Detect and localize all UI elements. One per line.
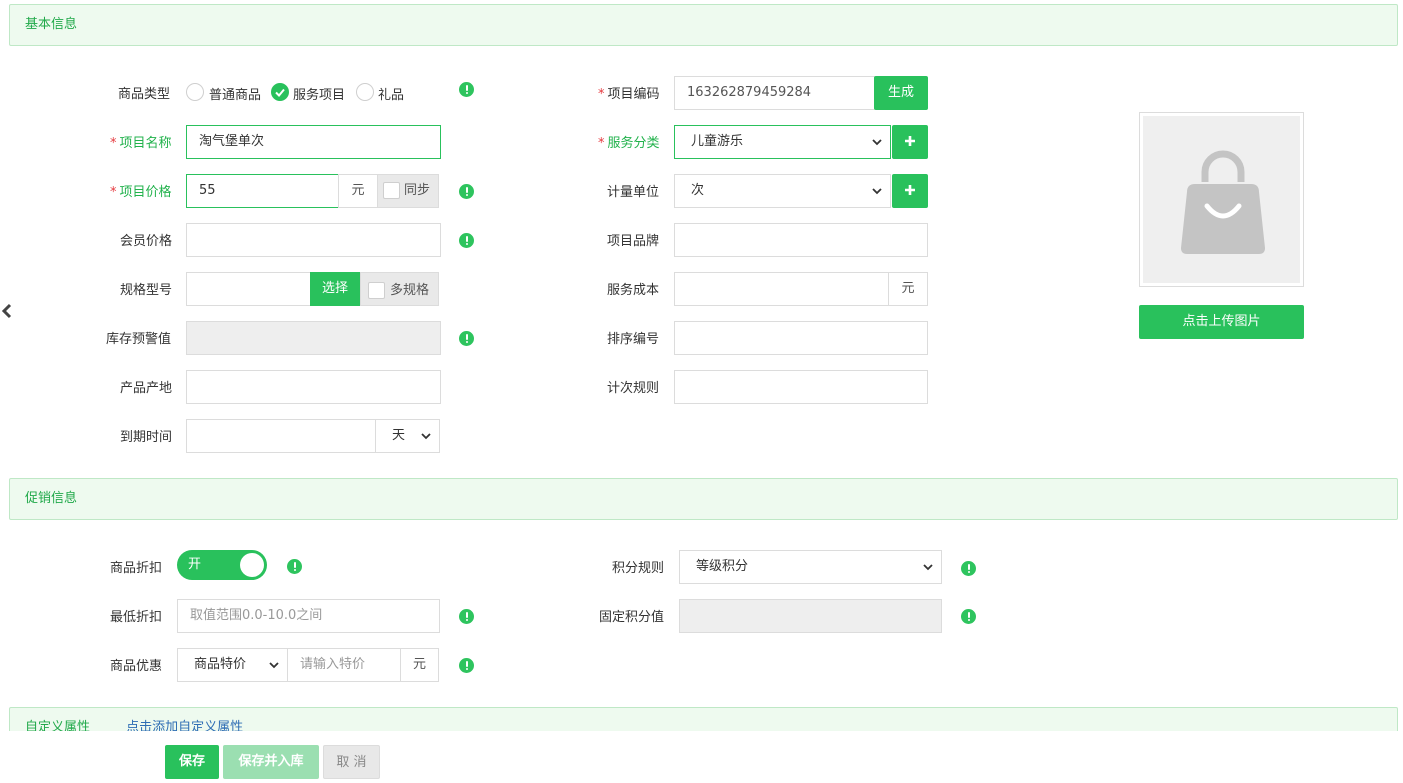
- service-category-label: * 服务分类: [598, 136, 660, 151]
- multi-spec-checkbox[interactable]: [368, 282, 385, 299]
- info-icon[interactable]: [459, 82, 474, 97]
- section-basic-title: 基本信息: [25, 17, 78, 32]
- info-icon[interactable]: [287, 559, 302, 574]
- chevron-down-icon: [421, 420, 431, 440]
- generate-code-button[interactable]: 生成: [874, 76, 928, 110]
- min-discount-input[interactable]: 取值范围0.0-10.0之间: [177, 599, 440, 633]
- item-price-input[interactable]: 55: [186, 174, 339, 208]
- origin-label: 产品产地: [120, 381, 173, 396]
- check-icon: [275, 88, 285, 97]
- section-promo-title: 促销信息: [25, 491, 78, 506]
- add-category-button[interactable]: [892, 125, 928, 159]
- origin-input[interactable]: [186, 370, 441, 404]
- radio-gift[interactable]: [356, 83, 374, 101]
- service-category-select[interactable]: 儿童游乐: [674, 125, 891, 159]
- item-name-input[interactable]: 淘气堡单次: [186, 125, 441, 159]
- collapse-arrow-icon[interactable]: [1, 302, 13, 320]
- item-name-label: * 项目名称: [110, 136, 172, 151]
- chevron-down-icon: [923, 551, 933, 571]
- fixed-points-input: [679, 599, 942, 633]
- service-category-value: 儿童游乐: [691, 134, 744, 149]
- stock-alert-label: 库存预警值: [106, 332, 172, 347]
- info-icon[interactable]: [459, 184, 474, 199]
- item-code-label: * 项目编码: [598, 87, 660, 102]
- measure-unit-label: 计量单位: [607, 185, 660, 200]
- chevron-down-icon: [269, 649, 279, 669]
- choose-spec-button[interactable]: 选择: [310, 272, 360, 306]
- expire-label: 到期时间: [120, 430, 173, 445]
- shopping-bag-icon: [1181, 150, 1265, 254]
- sync-label: 同步: [404, 183, 431, 198]
- offer-unit-addon: 元: [400, 648, 439, 682]
- chevron-down-icon: [872, 175, 882, 195]
- toggle-knob: [240, 553, 264, 577]
- add-unit-button[interactable]: [892, 174, 928, 208]
- member-price-input[interactable]: [186, 223, 441, 257]
- sync-checkbox[interactable]: [383, 182, 400, 199]
- count-rule-label: 计次规则: [607, 381, 660, 396]
- section-basic-info: 基本信息: [9, 4, 1398, 46]
- measure-unit-select[interactable]: 次: [674, 174, 891, 208]
- fixed-points-label: 固定积分值: [599, 610, 665, 625]
- offer-type-select[interactable]: 商品特价: [177, 648, 288, 682]
- item-price-label: * 项目价格: [110, 185, 172, 200]
- count-rule-input[interactable]: [674, 370, 928, 404]
- info-icon[interactable]: [459, 331, 474, 346]
- brand-input[interactable]: [674, 223, 928, 257]
- points-rule-value: 等级积分: [696, 559, 749, 574]
- stock-alert-input: [186, 321, 441, 355]
- radio-normal-product[interactable]: [186, 83, 204, 101]
- service-cost-input[interactable]: [674, 272, 889, 306]
- save-button[interactable]: 保存: [165, 745, 219, 779]
- info-icon[interactable]: [961, 561, 976, 576]
- measure-unit-value: 次: [691, 183, 705, 198]
- expire-unit-select[interactable]: 天: [375, 419, 440, 453]
- info-icon[interactable]: [459, 233, 474, 248]
- info-icon[interactable]: [459, 609, 474, 624]
- service-cost-label: 服务成本: [607, 283, 660, 298]
- radio-normal-product-label[interactable]: 普通商品: [209, 84, 261, 103]
- points-rule-label: 积分规则: [612, 561, 665, 576]
- product-image-placeholder[interactable]: [1139, 112, 1304, 287]
- radio-gift-label[interactable]: 礼品: [378, 84, 404, 103]
- product-type-label: 商品类型: [118, 87, 171, 102]
- upload-image-button[interactable]: 点击上传图片: [1139, 305, 1304, 339]
- plus-icon: [905, 185, 915, 195]
- brand-label: 项目品牌: [607, 234, 660, 249]
- min-discount-label: 最低折扣: [110, 610, 163, 625]
- info-icon[interactable]: [459, 658, 474, 673]
- multi-spec-group[interactable]: 多规格: [360, 272, 439, 306]
- sort-no-label: 排序编号: [607, 332, 660, 347]
- cancel-button[interactable]: 取 消: [323, 745, 380, 779]
- plus-icon: [905, 136, 915, 146]
- chevron-down-icon: [872, 126, 882, 146]
- offer-label: 商品优惠: [110, 659, 163, 674]
- member-price-label: 会员价格: [120, 234, 173, 249]
- section-promo-info: 促销信息: [9, 478, 1398, 520]
- multi-spec-label: 多规格: [390, 283, 430, 298]
- info-icon[interactable]: [961, 609, 976, 624]
- radio-service-item-label[interactable]: 服务项目: [293, 84, 345, 103]
- toggle-on-label: 开: [188, 557, 202, 572]
- item-code-input[interactable]: 163262879459284: [674, 76, 875, 110]
- radio-service-item[interactable]: [271, 83, 289, 101]
- spec-label: 规格型号: [120, 283, 173, 298]
- cost-unit-addon: 元: [888, 272, 928, 306]
- sort-no-input[interactable]: [674, 321, 928, 355]
- offer-type-value: 商品特价: [194, 657, 247, 672]
- expire-unit-value: 天: [392, 428, 406, 443]
- expire-input[interactable]: [186, 419, 376, 453]
- discount-toggle[interactable]: 开: [177, 550, 267, 580]
- price-unit-addon: 元: [338, 174, 378, 208]
- discount-label: 商品折扣: [110, 561, 163, 576]
- save-and-stock-button[interactable]: 保存并入库: [223, 745, 319, 779]
- points-rule-select[interactable]: 等级积分: [679, 550, 942, 584]
- sync-checkbox-group[interactable]: 同步: [377, 174, 439, 208]
- spec-input[interactable]: [186, 272, 311, 306]
- special-price-input[interactable]: 请输入特价: [287, 648, 401, 682]
